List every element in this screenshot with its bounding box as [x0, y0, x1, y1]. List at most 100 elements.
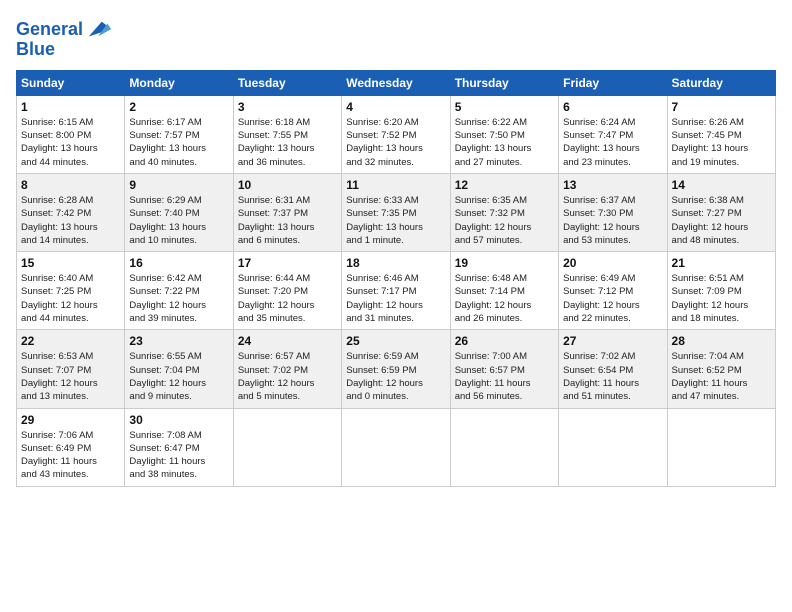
- day-info: Sunrise: 6:40 AM Sunset: 7:25 PM Dayligh…: [21, 272, 120, 325]
- day-cell: 9 Sunrise: 6:29 AM Sunset: 7:40 PM Daylig…: [125, 173, 233, 251]
- day-cell: 24Sunrise: 6:57 AM Sunset: 7:02 PM Dayli…: [233, 330, 341, 408]
- page: General Blue SundayMondayTuesdayWednesda…: [0, 0, 792, 612]
- day-info: Sunrise: 6:24 AM Sunset: 7:47 PM Dayligh…: [563, 116, 662, 169]
- day-info: Sunrise: 6:26 AM Sunset: 7:45 PM Dayligh…: [672, 116, 771, 169]
- day-cell: 16 Sunrise: 6:42 AM Sunset: 7:22 PM Dayli…: [125, 252, 233, 330]
- day-number: 21: [672, 256, 771, 270]
- weekday-saturday: Saturday: [667, 70, 775, 95]
- day-number: 23: [129, 334, 228, 348]
- day-number: 19: [455, 256, 554, 270]
- day-cell: 15 Sunrise: 6:40 AM Sunset: 7:25 PM Dayli…: [17, 252, 125, 330]
- day-number: 22: [21, 334, 120, 348]
- day-number: 29: [21, 413, 120, 427]
- weekday-header-row: SundayMondayTuesdayWednesdayThursdayFrid…: [17, 70, 776, 95]
- day-number: 9: [129, 178, 228, 192]
- day-info: Sunrise: 7:04 AM Sunset: 6:52 PM Dayligh…: [672, 350, 771, 403]
- day-cell: 5 Sunrise: 6:22 AM Sunset: 7:50 PM Daylig…: [450, 95, 558, 173]
- day-cell: 4 Sunrise: 6:20 AM Sunset: 7:52 PM Daylig…: [342, 95, 450, 173]
- day-number: 8: [21, 178, 120, 192]
- day-cell: 2Sunrise: 6:17 AM Sunset: 7:57 PM Daylig…: [125, 95, 233, 173]
- day-number: 15: [21, 256, 120, 270]
- day-info: Sunrise: 6:22 AM Sunset: 7:50 PM Dayligh…: [455, 116, 554, 169]
- day-cell: 18 Sunrise: 6:46 AM Sunset: 7:17 PM Dayli…: [342, 252, 450, 330]
- day-cell: [342, 408, 450, 486]
- day-cell: 28Sunrise: 7:04 AM Sunset: 6:52 PM Dayli…: [667, 330, 775, 408]
- day-number: 20: [563, 256, 662, 270]
- day-cell: [559, 408, 667, 486]
- day-info: Sunrise: 6:48 AM Sunset: 7:14 PM Dayligh…: [455, 272, 554, 325]
- day-number: 16: [129, 256, 228, 270]
- day-number: 3: [238, 100, 337, 114]
- day-cell: 13 Sunrise: 6:37 AM Sunset: 7:30 PM Dayli…: [559, 173, 667, 251]
- day-cell: 26Sunrise: 7:00 AM Sunset: 6:57 PM Dayli…: [450, 330, 558, 408]
- day-cell: 20 Sunrise: 6:49 AM Sunset: 7:12 PM Dayli…: [559, 252, 667, 330]
- day-number: 27: [563, 334, 662, 348]
- day-number: 5: [455, 100, 554, 114]
- weekday-tuesday: Tuesday: [233, 70, 341, 95]
- week-row-3: 15 Sunrise: 6:40 AM Sunset: 7:25 PM Dayli…: [17, 252, 776, 330]
- day-cell: 21 Sunrise: 6:51 AM Sunset: 7:09 PM Dayli…: [667, 252, 775, 330]
- day-number: 4: [346, 100, 445, 114]
- day-info: Sunrise: 6:28 AM Sunset: 7:42 PM Dayligh…: [21, 194, 120, 247]
- week-row-4: 22 Sunrise: 6:53 AM Sunset: 7:07 PM Dayli…: [17, 330, 776, 408]
- day-number: 18: [346, 256, 445, 270]
- day-cell: 22 Sunrise: 6:53 AM Sunset: 7:07 PM Dayli…: [17, 330, 125, 408]
- day-info: Sunrise: 6:55 AM Sunset: 7:04 PM Dayligh…: [129, 350, 228, 403]
- day-number: 14: [672, 178, 771, 192]
- day-info: Sunrise: 6:44 AM Sunset: 7:20 PM Dayligh…: [238, 272, 337, 325]
- weekday-monday: Monday: [125, 70, 233, 95]
- day-cell: 25Sunrise: 6:59 AM Sunset: 6:59 PM Dayli…: [342, 330, 450, 408]
- logo-text: General: [16, 20, 83, 40]
- weekday-friday: Friday: [559, 70, 667, 95]
- day-info: Sunrise: 7:06 AM Sunset: 6:49 PM Dayligh…: [21, 429, 120, 482]
- day-cell: [667, 408, 775, 486]
- day-info: Sunrise: 6:51 AM Sunset: 7:09 PM Dayligh…: [672, 272, 771, 325]
- day-info: Sunrise: 6:33 AM Sunset: 7:35 PM Dayligh…: [346, 194, 445, 247]
- day-info: Sunrise: 6:49 AM Sunset: 7:12 PM Dayligh…: [563, 272, 662, 325]
- day-cell: [450, 408, 558, 486]
- day-cell: 23 Sunrise: 6:55 AM Sunset: 7:04 PM Dayli…: [125, 330, 233, 408]
- day-cell: [233, 408, 341, 486]
- day-info: Sunrise: 6:37 AM Sunset: 7:30 PM Dayligh…: [563, 194, 662, 247]
- day-cell: 8 Sunrise: 6:28 AM Sunset: 7:42 PM Daylig…: [17, 173, 125, 251]
- day-cell: 30 Sunrise: 7:08 AM Sunset: 6:47 PM Dayli…: [125, 408, 233, 486]
- day-info: Sunrise: 6:20 AM Sunset: 7:52 PM Dayligh…: [346, 116, 445, 169]
- weekday-thursday: Thursday: [450, 70, 558, 95]
- day-cell: 10 Sunrise: 6:31 AM Sunset: 7:37 PM Dayli…: [233, 173, 341, 251]
- day-cell: 7 Sunrise: 6:26 AM Sunset: 7:45 PM Daylig…: [667, 95, 775, 173]
- weekday-wednesday: Wednesday: [342, 70, 450, 95]
- day-info: Sunrise: 6:18 AM Sunset: 7:55 PM Dayligh…: [238, 116, 337, 169]
- day-number: 25: [346, 334, 445, 348]
- day-info: Sunrise: 6:31 AM Sunset: 7:37 PM Dayligh…: [238, 194, 337, 247]
- calendar-table: SundayMondayTuesdayWednesdayThursdayFrid…: [16, 70, 776, 487]
- day-info: Sunrise: 7:00 AM Sunset: 6:57 PM Dayligh…: [455, 350, 554, 403]
- day-number: 1: [21, 100, 120, 114]
- day-number: 30: [129, 413, 228, 427]
- week-row-2: 8 Sunrise: 6:28 AM Sunset: 7:42 PM Daylig…: [17, 173, 776, 251]
- logo: General Blue: [16, 16, 113, 60]
- day-number: 11: [346, 178, 445, 192]
- day-info: Sunrise: 6:17 AM Sunset: 7:57 PM Dayligh…: [129, 116, 228, 169]
- day-cell: 1 Sunrise: 6:15 AM Sunset: 8:00 PM Daylig…: [17, 95, 125, 173]
- day-number: 17: [238, 256, 337, 270]
- day-number: 7: [672, 100, 771, 114]
- day-info: Sunrise: 7:08 AM Sunset: 6:47 PM Dayligh…: [129, 429, 228, 482]
- day-number: 13: [563, 178, 662, 192]
- week-row-1: 1 Sunrise: 6:15 AM Sunset: 8:00 PM Daylig…: [17, 95, 776, 173]
- day-number: 6: [563, 100, 662, 114]
- day-cell: 27 Sunrise: 7:02 AM Sunset: 6:54 PM Dayli…: [559, 330, 667, 408]
- day-info: Sunrise: 7:02 AM Sunset: 6:54 PM Dayligh…: [563, 350, 662, 403]
- logo-icon: [85, 16, 113, 44]
- day-info: Sunrise: 6:46 AM Sunset: 7:17 PM Dayligh…: [346, 272, 445, 325]
- day-info: Sunrise: 6:38 AM Sunset: 7:27 PM Dayligh…: [672, 194, 771, 247]
- day-info: Sunrise: 6:53 AM Sunset: 7:07 PM Dayligh…: [21, 350, 120, 403]
- week-row-5: 29 Sunrise: 7:06 AM Sunset: 6:49 PM Dayli…: [17, 408, 776, 486]
- day-info: Sunrise: 6:57 AM Sunset: 7:02 PM Dayligh…: [238, 350, 337, 403]
- day-cell: 29 Sunrise: 7:06 AM Sunset: 6:49 PM Dayli…: [17, 408, 125, 486]
- day-info: Sunrise: 6:29 AM Sunset: 7:40 PM Dayligh…: [129, 194, 228, 247]
- day-info: Sunrise: 6:15 AM Sunset: 8:00 PM Dayligh…: [21, 116, 120, 169]
- day-cell: 19 Sunrise: 6:48 AM Sunset: 7:14 PM Dayli…: [450, 252, 558, 330]
- day-info: Sunrise: 6:42 AM Sunset: 7:22 PM Dayligh…: [129, 272, 228, 325]
- day-number: 10: [238, 178, 337, 192]
- day-cell: 14 Sunrise: 6:38 AM Sunset: 7:27 PM Dayli…: [667, 173, 775, 251]
